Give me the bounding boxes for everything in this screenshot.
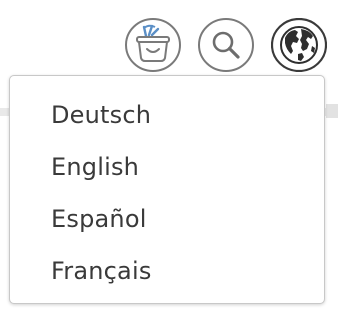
language-option-deutsch[interactable]: Deutsch	[51, 95, 151, 135]
language-option-espanol[interactable]: Español	[51, 199, 147, 239]
search-icon	[198, 18, 254, 72]
shopping-basket-icon	[125, 18, 181, 72]
globe-icon	[271, 18, 327, 72]
language-option-english[interactable]: English	[51, 147, 139, 187]
language-option-francais[interactable]: Français	[51, 251, 152, 291]
search-button[interactable]	[198, 18, 254, 72]
header-divider-edge	[326, 104, 338, 118]
language-button[interactable]	[271, 18, 327, 72]
page: Deutsch English Español Français	[0, 0, 338, 316]
basket-button[interactable]	[125, 18, 181, 72]
language-dropdown: Deutsch English Español Français	[9, 75, 325, 304]
